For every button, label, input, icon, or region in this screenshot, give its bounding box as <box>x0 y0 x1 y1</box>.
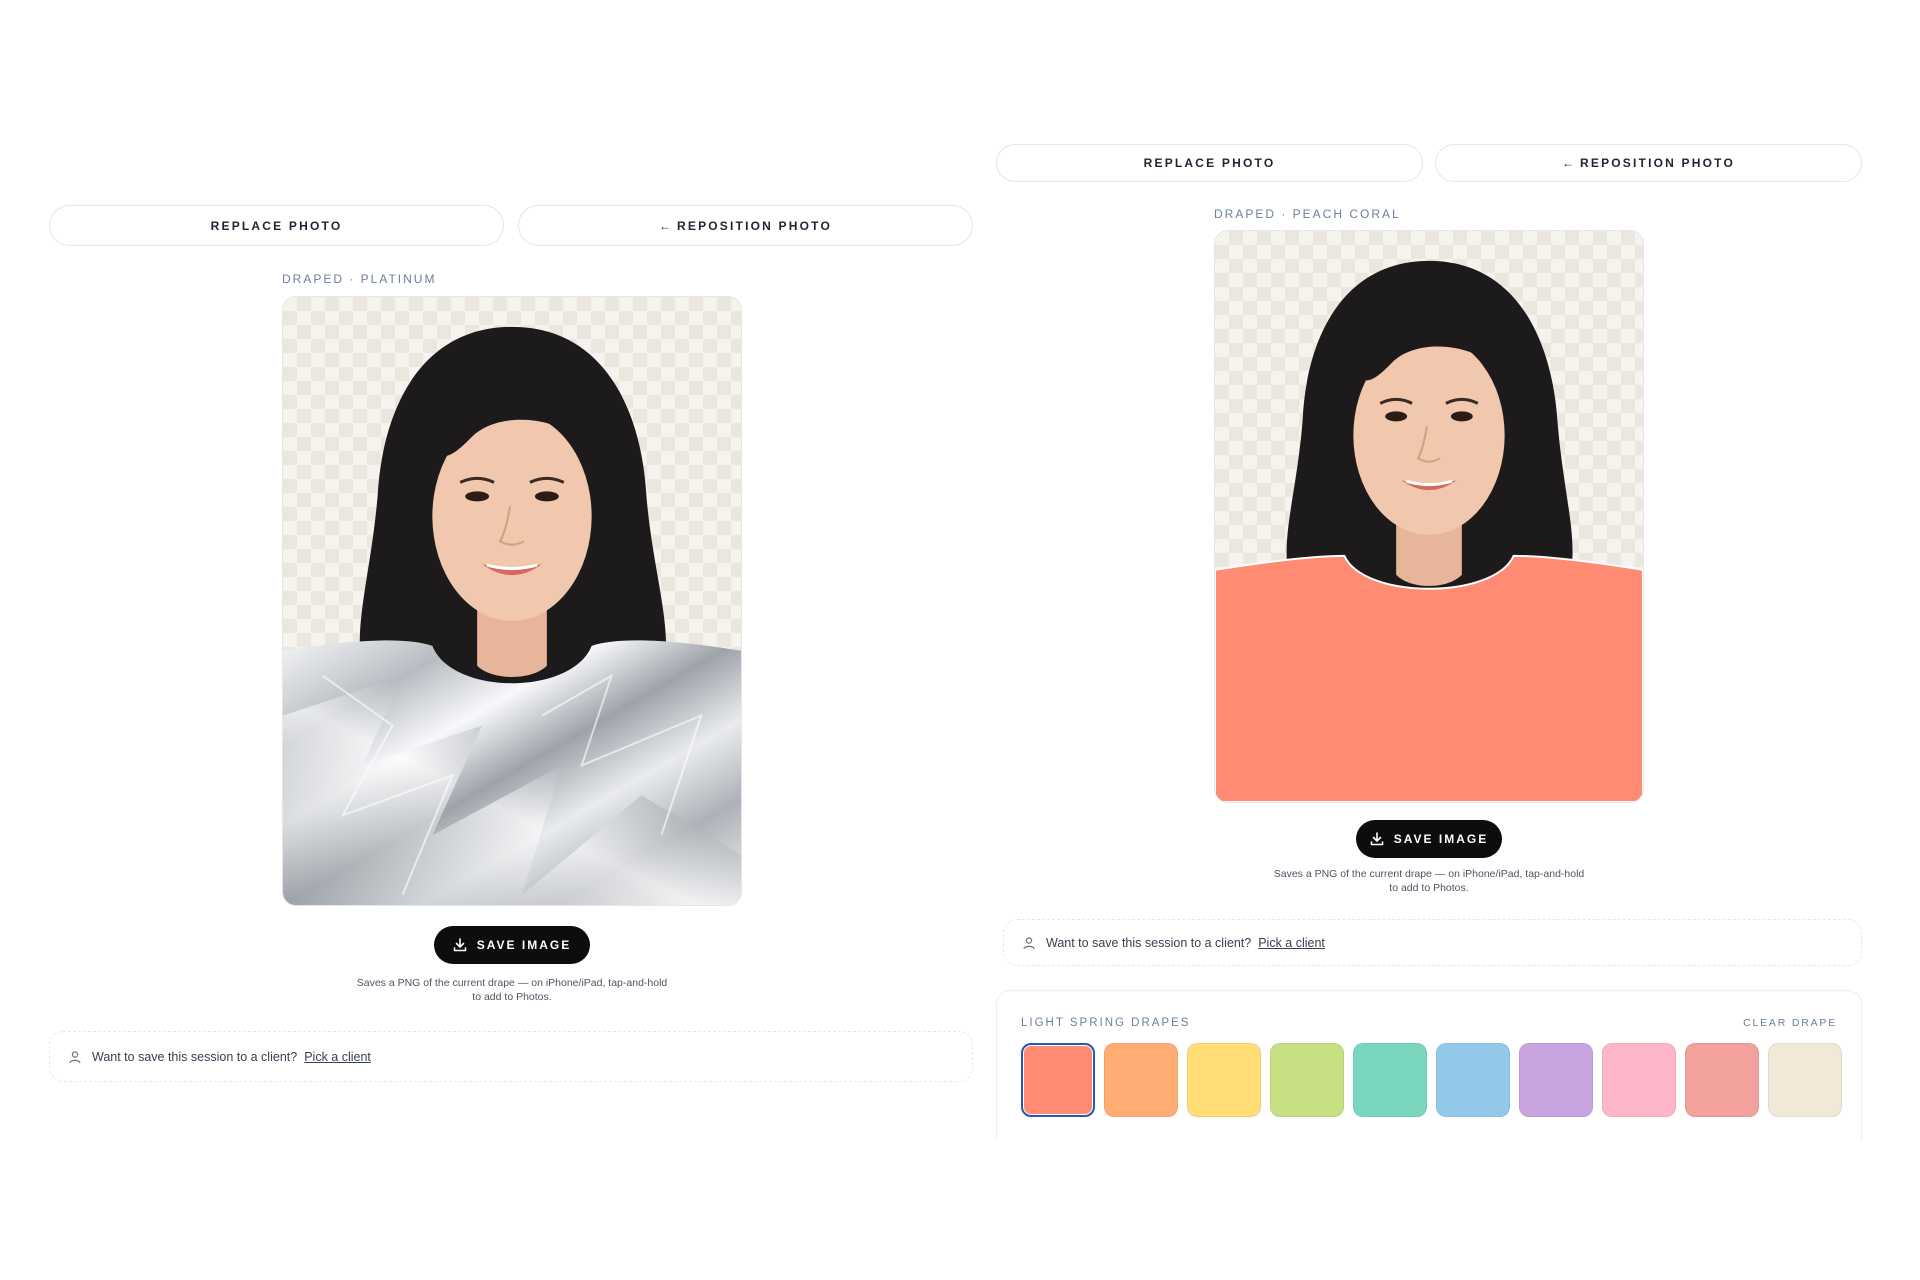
drape-swatch[interactable] <box>1602 1043 1676 1117</box>
replace-photo-label: REPLACE PHOTO <box>210 218 343 233</box>
reposition-photo-button[interactable]: ← REPOSITION PHOTO <box>1435 144 1862 182</box>
drape-caption: DRAPED · PEACH CORAL <box>1214 207 1401 221</box>
reposition-photo-button[interactable]: ← REPOSITION PHOTO <box>518 205 973 246</box>
drape-swatch[interactable] <box>1104 1043 1178 1117</box>
drape-swatch[interactable] <box>1270 1043 1344 1117</box>
save-image-button[interactable]: SAVE IMAGE <box>434 926 590 964</box>
portrait-image <box>1215 260 1643 802</box>
replace-photo-button[interactable]: REPLACE PHOTO <box>996 144 1423 182</box>
drapes-title: LIGHT SPRING DRAPES <box>1021 1017 1191 1029</box>
draped-photo-preview <box>282 296 742 906</box>
save-image-label: SAVE IMAGE <box>1393 832 1489 846</box>
drape-swatch[interactable] <box>1021 1043 1095 1117</box>
drape-swatch[interactable] <box>1519 1043 1593 1117</box>
download-icon <box>1370 832 1384 846</box>
pick-client-link[interactable]: Pick a client <box>1258 936 1325 950</box>
portrait-image <box>283 326 741 905</box>
save-image-label: SAVE IMAGE <box>476 938 572 952</box>
download-icon <box>453 938 467 952</box>
save-hint-line1: Saves a PNG of the current drape — on iP… <box>1273 868 1585 880</box>
replace-photo-label: REPLACE PHOTO <box>1143 156 1276 170</box>
drape-swatch[interactable] <box>1436 1043 1510 1117</box>
drape-swatch[interactable] <box>1187 1043 1261 1117</box>
arrow-left-icon: ← <box>659 218 671 233</box>
replace-photo-button[interactable]: REPLACE PHOTO <box>49 205 504 246</box>
arrow-left-icon: ← <box>1562 156 1574 170</box>
user-icon <box>68 1050 82 1064</box>
save-hint-line2: to add to Photos. <box>472 991 552 1003</box>
left-photo-actions: REPLACE PHOTO ← REPOSITION PHOTO <box>49 205 973 246</box>
reposition-photo-label: REPOSITION PHOTO <box>677 218 832 233</box>
drapes-header: LIGHT SPRING DRAPES CLEAR DRAPE <box>1021 1017 1837 1029</box>
save-hint: Saves a PNG of the current drape — on iP… <box>1229 867 1629 895</box>
save-hint: Saves a PNG of the current drape — on iP… <box>312 976 712 1004</box>
client-session-bar: Want to save this session to a client? P… <box>49 1031 973 1082</box>
drape-swatch[interactable] <box>1685 1043 1759 1117</box>
save-image-button[interactable]: SAVE IMAGE <box>1356 820 1502 858</box>
drape-caption: DRAPED · PLATINUM <box>282 272 437 286</box>
user-icon <box>1022 936 1036 950</box>
client-prompt: Want to save this session to a client? <box>92 1049 298 1064</box>
reposition-photo-label: REPOSITION PHOTO <box>1580 156 1735 170</box>
draped-photo-preview <box>1214 230 1644 803</box>
drape-swatch-row <box>1021 1043 1842 1117</box>
save-hint-line2: to add to Photos. <box>1389 882 1469 894</box>
right-photo-actions: REPLACE PHOTO ← REPOSITION PHOTO <box>996 144 1862 182</box>
drape-swatch[interactable] <box>1768 1043 1842 1117</box>
clear-drape-button[interactable]: CLEAR DRAPE <box>1743 1017 1837 1029</box>
save-hint-line1: Saves a PNG of the current drape — on iP… <box>356 977 668 989</box>
pick-client-link[interactable]: Pick a client <box>304 1050 371 1064</box>
drape-swatch[interactable] <box>1353 1043 1427 1117</box>
client-session-bar: Want to save this session to a client? P… <box>1003 919 1862 966</box>
drapes-palette-panel: LIGHT SPRING DRAPES CLEAR DRAPE <box>996 990 1862 1140</box>
client-prompt: Want to save this session to a client? <box>1046 935 1252 950</box>
